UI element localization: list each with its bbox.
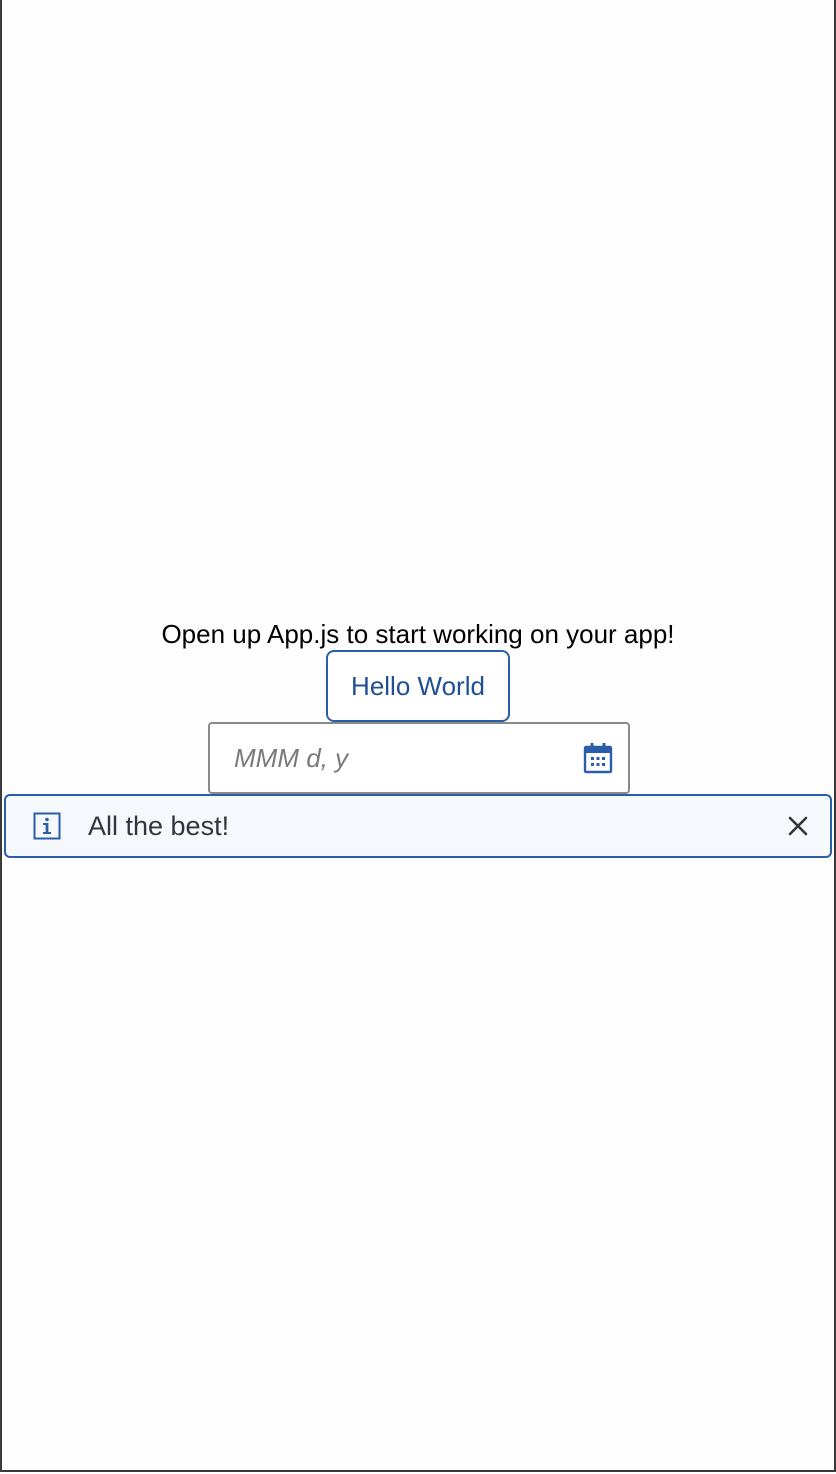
date-picker	[208, 722, 630, 794]
message-strip-text: All the best!	[88, 810, 230, 841]
information-icon	[32, 811, 62, 841]
calendar-icon[interactable]	[575, 724, 620, 792]
date-input[interactable]	[210, 723, 575, 793]
welcome-text: Open up App.js to start working on your …	[161, 619, 675, 649]
message-strip: All the best!	[4, 794, 832, 858]
hello-world-button[interactable]: Hello World	[326, 650, 510, 722]
close-icon[interactable]	[778, 806, 818, 846]
